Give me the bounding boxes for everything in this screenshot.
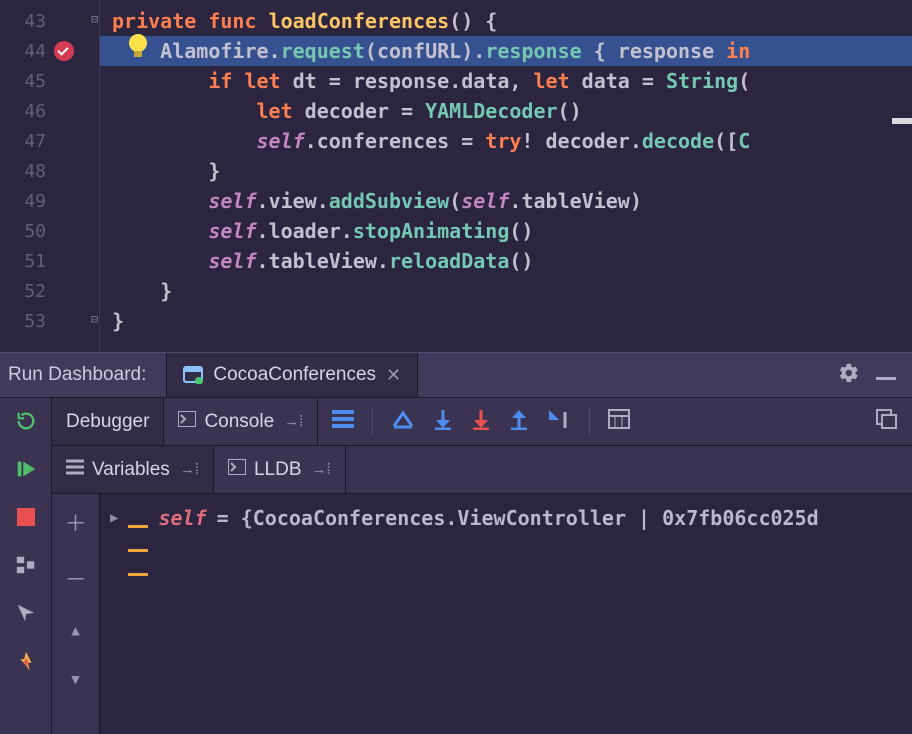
run-to-cursor-icon[interactable] (547, 408, 571, 435)
resume-icon[interactable] (13, 456, 39, 482)
pin-arrow-icon: →⁞ (312, 461, 331, 478)
fold-close-icon[interactable]: ⊟ (91, 312, 107, 328)
code-line[interactable]: } (100, 156, 912, 186)
tool-window-header: Run Dashboard: CocoaConferences ✕ (0, 352, 912, 398)
gutter-line[interactable]: 47 (0, 126, 99, 156)
stop-icon[interactable] (13, 504, 39, 530)
step-into-icon[interactable] (433, 408, 453, 435)
console-icon (178, 411, 196, 433)
restore-layout-icon[interactable] (876, 409, 898, 434)
code-line[interactable]: } (100, 306, 912, 336)
variables-tab[interactable]: Variables →⁞ (52, 446, 214, 493)
intention-bulb-icon[interactable] (127, 34, 149, 60)
gutter-line[interactable]: 48 (0, 156, 99, 186)
variables-tree[interactable]: ▶ self = {CocoaConferences.ViewControlle… (100, 494, 912, 734)
debug-tabs: Debugger Console →⁞ (52, 398, 912, 446)
fold-open-icon[interactable]: ⊟ (91, 12, 107, 28)
force-step-into-icon[interactable] (471, 408, 491, 435)
code-line[interactable]: private func loadConferences() { (100, 6, 912, 36)
remove-watch-icon[interactable]: － (64, 562, 86, 594)
gutter-line[interactable]: 53⊟ (0, 306, 99, 336)
gutter-line[interactable]: 49 (0, 186, 99, 216)
gutter-line[interactable]: 51 (0, 246, 99, 276)
evaluate-expression-icon[interactable] (608, 409, 630, 434)
pin-arrow-icon: →⁞ (284, 413, 303, 430)
pin-arrow-icon: →⁞ (180, 461, 199, 478)
lldb-tab[interactable]: LLDB →⁞ (214, 446, 346, 493)
code-line[interactable]: self.tableView.reloadData() (100, 246, 912, 276)
struct-icon (128, 511, 148, 525)
move-up-icon[interactable]: ▴ (69, 618, 82, 643)
gutter-line[interactable]: 43⊟ (0, 6, 99, 36)
code-line[interactable]: Alamofire.request(confURL).response { re… (100, 36, 912, 66)
minimize-icon[interactable] (868, 364, 904, 386)
navigate-icon[interactable] (13, 600, 39, 626)
run-tab-label: CocoaConferences (213, 364, 376, 386)
list-icon (66, 459, 84, 481)
console-icon (228, 459, 246, 481)
app-window-icon (183, 366, 203, 384)
var-name: self (158, 506, 206, 530)
code-line[interactable]: } (100, 276, 912, 306)
gutter: 43⊟44454647484950515253⊟ (0, 0, 100, 352)
variables-side-controls: ＋ － ▴ ▾ (52, 494, 100, 734)
add-watch-icon[interactable]: ＋ (64, 506, 86, 538)
gutter-line[interactable]: 44 (0, 36, 99, 66)
close-tab-icon[interactable]: ✕ (386, 365, 401, 386)
breakpoint-icon[interactable] (54, 41, 74, 61)
code-line[interactable]: if let dt = response.data, let data = St… (100, 66, 912, 96)
variables-tabbar: Variables →⁞ LLDB →⁞ (52, 446, 912, 494)
debugger-tab[interactable]: Debugger (52, 398, 164, 445)
gutter-line[interactable]: 52 (0, 276, 99, 306)
minimap-highlight (892, 118, 912, 124)
rerun-icon[interactable] (13, 408, 39, 434)
debug-left-rail (0, 398, 52, 734)
step-out-icon[interactable] (509, 408, 529, 435)
variable-row-self[interactable]: ▶ self = {CocoaConferences.ViewControlle… (110, 506, 902, 530)
code-editor[interactable]: 43⊟44454647484950515253⊟ private func lo… (0, 0, 912, 352)
tool-window-title: Run Dashboard: (8, 364, 166, 386)
code-line[interactable]: self.conferences = try! decoder.decode([… (100, 126, 912, 156)
code-line[interactable]: self.loader.stopAnimating() (100, 216, 912, 246)
gear-icon[interactable] (830, 362, 868, 389)
show-frames-icon[interactable] (332, 410, 354, 433)
step-over-icon[interactable] (391, 409, 415, 434)
run-tab-cocoaconferences[interactable]: CocoaConferences ✕ (166, 353, 418, 397)
code-line[interactable]: self.view.addSubview(self.tableView) (100, 186, 912, 216)
expand-icon[interactable]: ▶ (110, 510, 118, 526)
flame-icon[interactable] (13, 648, 39, 674)
gutter-line[interactable]: 50 (0, 216, 99, 246)
move-down-icon[interactable]: ▾ (69, 667, 82, 692)
view-breakpoints-icon[interactable] (13, 552, 39, 578)
console-tab[interactable]: Console →⁞ (164, 398, 318, 445)
gutter-line[interactable]: 45 (0, 66, 99, 96)
code-area[interactable]: private func loadConferences() { Alamofi… (100, 0, 912, 352)
gutter-line[interactable]: 46 (0, 96, 99, 126)
var-value: = {CocoaConferences.ViewController | 0x7… (217, 506, 819, 530)
code-line[interactable]: let decoder = YAMLDecoder() (100, 96, 912, 126)
